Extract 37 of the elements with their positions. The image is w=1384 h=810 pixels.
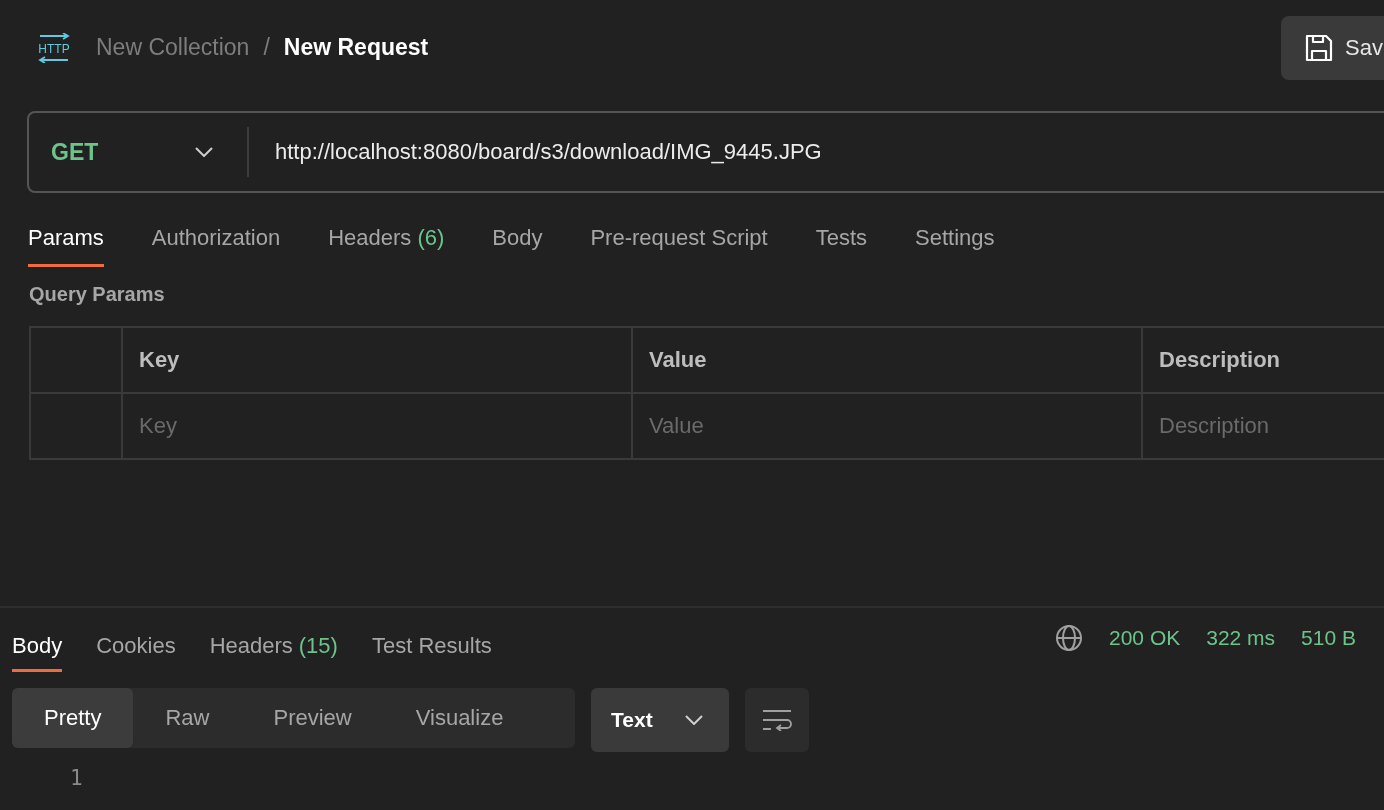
chevron-down-icon: [195, 147, 213, 157]
wrap-lines-button[interactable]: [745, 688, 809, 752]
format-dropdown[interactable]: Text: [591, 688, 729, 752]
breadcrumb-separator: /: [263, 34, 270, 61]
tab[interactable]: Headers (6): [328, 223, 445, 267]
line-number: 1: [70, 766, 84, 790]
column-header: Value: [632, 327, 1142, 393]
globe-icon: [1055, 624, 1083, 652]
save-button[interactable]: Sav: [1281, 16, 1384, 80]
status-code: 200 OK: [1109, 626, 1181, 650]
url-input[interactable]: http://localhost:8080/board/s3/download/IMG_9445.JPG: [275, 139, 822, 165]
response-time: 322 ms: [1206, 626, 1276, 650]
tab[interactable]: Body: [12, 630, 63, 672]
tab[interactable]: Test Results: [371, 630, 492, 672]
view-mode-tab[interactable]: Raw: [133, 688, 242, 748]
method-dropdown[interactable]: GET: [29, 127, 249, 177]
tab[interactable]: Cookies: [96, 630, 176, 672]
column-header: Key: [122, 327, 632, 393]
request-name: New Request: [283, 34, 429, 61]
tab[interactable]: Body: [492, 223, 543, 267]
tab[interactable]: Headers (15): [209, 630, 338, 672]
tab[interactable]: Params: [28, 223, 104, 267]
tab[interactable]: Tests: [815, 223, 868, 267]
chevron-down-icon: [685, 715, 703, 725]
tab[interactable]: Authorization: [151, 223, 281, 267]
view-mode-tab[interactable]: Pretty: [12, 688, 134, 748]
view-mode-tab[interactable]: Preview: [241, 688, 384, 748]
wrap-icon: [762, 709, 792, 731]
tab[interactable]: Settings: [915, 223, 995, 267]
section-title: Query Params: [29, 283, 166, 306]
collection-link[interactable]: New Collection: [96, 34, 250, 61]
logo: HTTP: [36, 32, 72, 63]
save-icon: [1305, 34, 1333, 62]
column-header: Description: [1142, 327, 1384, 393]
view-mode-tab[interactable]: Visualize: [383, 688, 536, 748]
response-size: 510 B: [1301, 626, 1356, 650]
tab[interactable]: Pre-request Script: [590, 223, 768, 267]
